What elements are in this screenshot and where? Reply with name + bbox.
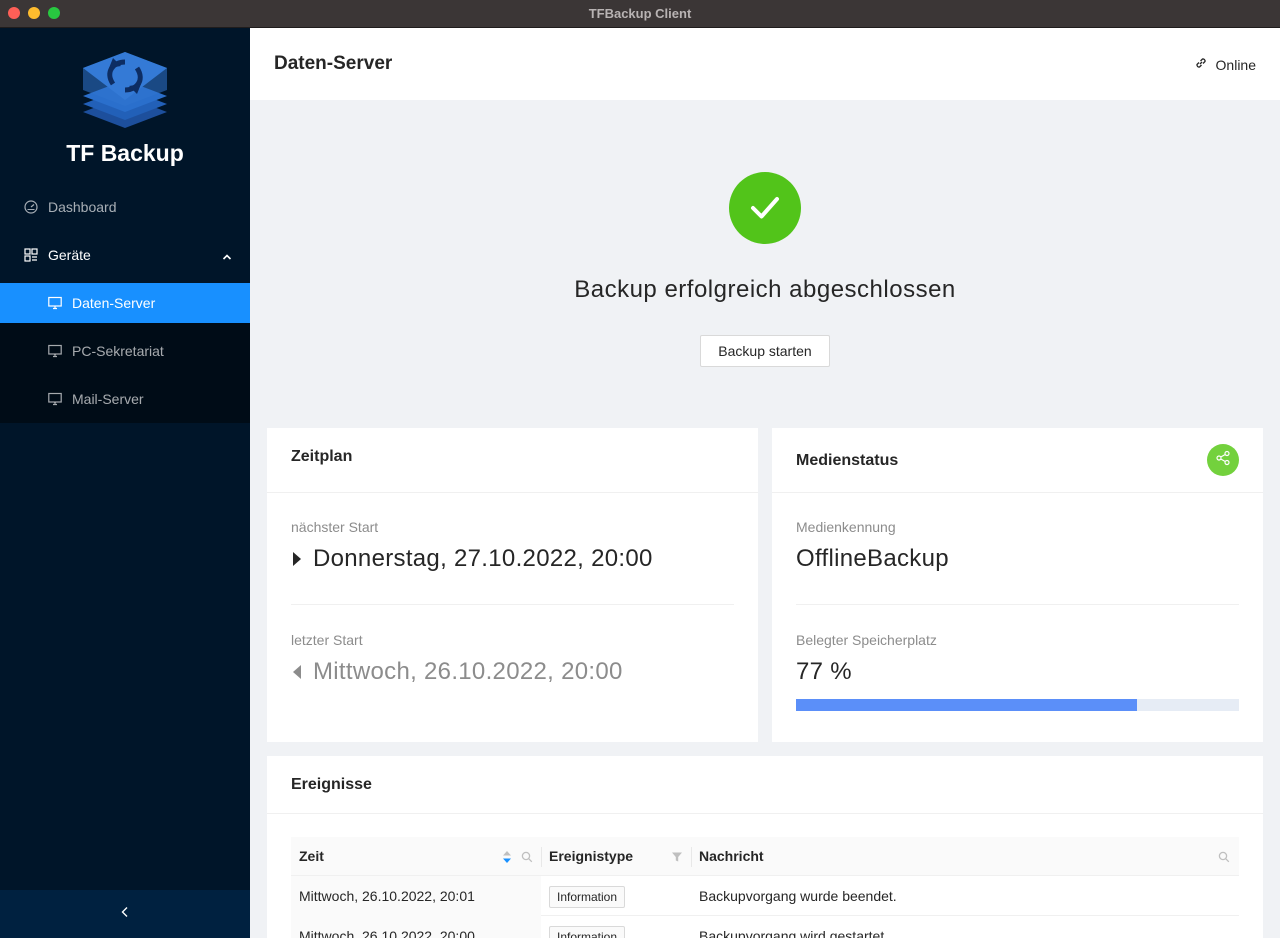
card-title: Medienstatus	[796, 452, 899, 469]
column-header-ereignistype[interactable]: Ereignistype	[541, 837, 691, 876]
sidebar-item-label: Geräte	[48, 247, 91, 263]
desktop-icon	[48, 296, 62, 310]
desktop-icon	[48, 344, 62, 358]
last-start-value: Mittwoch, 26.10.2022, 20:00	[291, 658, 623, 686]
sidebar-item-label: Daten-Server	[72, 295, 156, 311]
search-icon[interactable]	[521, 850, 533, 868]
table-header: Zeit Ereignistype Nachricht	[291, 837, 1239, 876]
sidebar-item-dashboard[interactable]: Dashboard	[0, 187, 250, 227]
desktop-icon	[48, 392, 62, 406]
event-type-cell: Information	[541, 876, 626, 916]
card-title: Zeitplan	[291, 448, 353, 465]
storage-usage-value: 77 %	[796, 658, 852, 685]
card-header: Zeitplan	[267, 428, 758, 493]
connection-status-label: Online	[1215, 56, 1256, 73]
event-time: Mittwoch, 26.10.2022, 20:01	[299, 888, 475, 904]
connection-status: Online	[1194, 56, 1256, 73]
brand-name: TF Backup	[66, 140, 184, 166]
page-header: Daten-Server Online	[250, 28, 1280, 100]
event-type-tag: Information	[549, 886, 626, 909]
share-icon	[1215, 450, 1231, 471]
sidebar-item-daten-server[interactable]: Daten-Server	[0, 283, 250, 323]
search-icon[interactable]	[1218, 850, 1230, 868]
media-status-card: Medienstatus Medienkennung OfflineBackup…	[772, 428, 1263, 742]
share-button[interactable]	[1207, 444, 1239, 476]
event-time: Mittwoch, 26.10.2022, 20:00	[299, 928, 475, 938]
media-id-value: OfflineBackup	[796, 545, 949, 572]
last-start-label: letzter Start	[291, 632, 363, 648]
table-row[interactable]: Mittwoch, 26.10.2022, 20:00 Information …	[291, 916, 1239, 938]
chevron-up-icon	[222, 249, 232, 265]
schedule-card: Zeitplan nächster Start Donnerstag, 27.1…	[267, 428, 758, 742]
sidebar-item-geraete[interactable]: Geräte	[0, 235, 250, 275]
event-message: Backupvorgang wurde beendet.	[699, 888, 897, 904]
media-id-label: Medienkennung	[796, 519, 896, 535]
caret-right-icon	[291, 551, 303, 567]
sidebar: TF Backup Dashboard Geräte Daten-Server	[0, 28, 250, 938]
collapse-sidebar-button[interactable]	[0, 890, 250, 938]
window-title: TFBackup Client	[588, 6, 692, 21]
storage-progress-fill	[796, 699, 1138, 711]
sort-icon[interactable]	[502, 850, 512, 869]
event-message: Backupvorgang wird gestartet.	[699, 928, 889, 938]
sidebar-item-mail-server[interactable]: Mail-Server	[0, 379, 250, 419]
divider	[796, 604, 1239, 605]
backup-status-panel: Backup erfolgreich abgeschlossen Backup …	[250, 100, 1280, 410]
filter-icon[interactable]	[671, 850, 683, 868]
sidebar-item-label: Dashboard	[48, 199, 117, 215]
next-start-value: Donnerstag, 27.10.2022, 20:00	[291, 545, 653, 573]
events-card: Ereignisse Zeit Ereignistype Nachricht M…	[267, 756, 1263, 938]
devices-submenu: Daten-Server PC-Sekretariat Mail-Server	[0, 283, 250, 423]
tf-backup-logo	[83, 52, 167, 128]
sidebar-item-pc-sekretariat[interactable]: PC-Sekretariat	[0, 331, 250, 371]
caret-left-icon	[291, 664, 303, 680]
page-title: Daten-Server	[274, 53, 393, 74]
chevron-left-icon	[119, 905, 131, 923]
last-start-text: Mittwoch, 26.10.2022, 20:00	[313, 658, 623, 685]
card-header: Ereignisse	[267, 756, 1263, 814]
divider	[291, 604, 734, 605]
event-type-cell: Information	[541, 916, 626, 938]
title-bar: TFBackup Client	[0, 0, 1280, 28]
card-header: Medienstatus	[772, 428, 1263, 493]
storage-usage-label: Belegter Speicherplatz	[796, 632, 937, 648]
success-check-icon	[729, 172, 801, 244]
storage-progress-bar	[796, 699, 1239, 711]
start-backup-button[interactable]: Backup starten	[700, 335, 830, 367]
sidebar-item-label: PC-Sekretariat	[72, 343, 164, 359]
event-type-tag: Information	[549, 926, 626, 938]
next-start-text: Donnerstag, 27.10.2022, 20:00	[313, 545, 653, 572]
backup-status-message: Backup erfolgreich abgeschlossen	[574, 276, 956, 303]
table-row[interactable]: Mittwoch, 26.10.2022, 20:01 Information …	[291, 876, 1239, 916]
app-window: TFBackup Client TF Backup Dashboard Gerä…	[0, 0, 1280, 938]
next-start-label: nächster Start	[291, 519, 379, 535]
dashboard-icon	[24, 200, 38, 214]
sidebar-item-label: Mail-Server	[72, 391, 144, 407]
devices-icon	[24, 248, 38, 262]
link-icon	[1194, 56, 1208, 73]
column-header-nachricht[interactable]: Nachricht	[691, 837, 1239, 876]
card-title: Ereignisse	[291, 776, 372, 793]
